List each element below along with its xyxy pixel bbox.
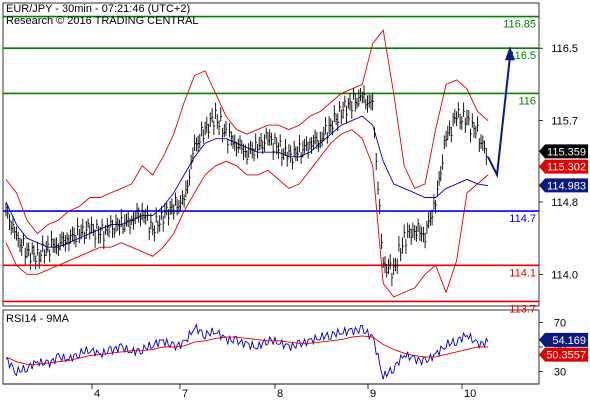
price-y-tick-label: 115.7 xyxy=(551,116,578,128)
price-bars-layer xyxy=(5,85,488,286)
rsi-title: RSI14 - 9MA xyxy=(6,313,70,325)
x-tick-label: 4 xyxy=(94,388,100,400)
eurjpy-chart: 116.85116.5116114.7114.1113.7 116.5115.7… xyxy=(2,2,588,400)
x-tick-label: 10 xyxy=(464,388,476,400)
price-tag-label-upper-band: 115.302 xyxy=(547,162,586,174)
rsi-y-tick-label: 70 xyxy=(554,317,566,329)
level-label-support: 114.1 xyxy=(509,267,536,279)
moving-average-line xyxy=(5,115,489,248)
rsi-panel-frame xyxy=(2,309,540,385)
x-tick-label: 7 xyxy=(182,388,188,400)
x-axis-layer: 4 7 8 9 10 xyxy=(91,384,476,400)
rsi-tag-label-signal: 50.3557 xyxy=(546,350,586,362)
bollinger-upper-line xyxy=(5,29,489,235)
price-tag-label-last: 115.359 xyxy=(547,146,586,158)
x-tick-label: 8 xyxy=(277,388,283,400)
forecast-arrow-line xyxy=(487,56,511,179)
y-axis-layer: 116.5115.7114.8114.0705030 xyxy=(539,43,578,379)
price-tag-label-ma: 114.983 xyxy=(547,180,586,192)
x-tick-label: 9 xyxy=(370,388,376,400)
forecast-layer xyxy=(487,46,515,179)
chart-subtitle: Research © 2016 TRADING CENTRAL xyxy=(6,15,199,27)
level-label-pivot: 114.7 xyxy=(509,213,536,225)
rsi-layer xyxy=(5,322,489,380)
levels-layer: 116.85116.5116114.7114.1113.7 xyxy=(3,15,539,315)
price-y-tick-label: 114.0 xyxy=(551,269,578,281)
chart-title: EUR/JPY - 30min - 07:21:46 (UTC+2) xyxy=(6,3,190,15)
rsi-tag-label-rsi: 54.169 xyxy=(552,335,586,347)
price-y-tick-label: 114.8 xyxy=(551,197,578,209)
price-y-tick-label: 116.5 xyxy=(551,43,578,55)
rsi-y-tick-label: 30 xyxy=(554,367,566,379)
level-label-support: 113.7 xyxy=(509,303,536,315)
rsi-line xyxy=(5,322,489,380)
level-label-resistance: 116.85 xyxy=(503,19,536,31)
level-label-resistance: 116 xyxy=(518,95,536,107)
